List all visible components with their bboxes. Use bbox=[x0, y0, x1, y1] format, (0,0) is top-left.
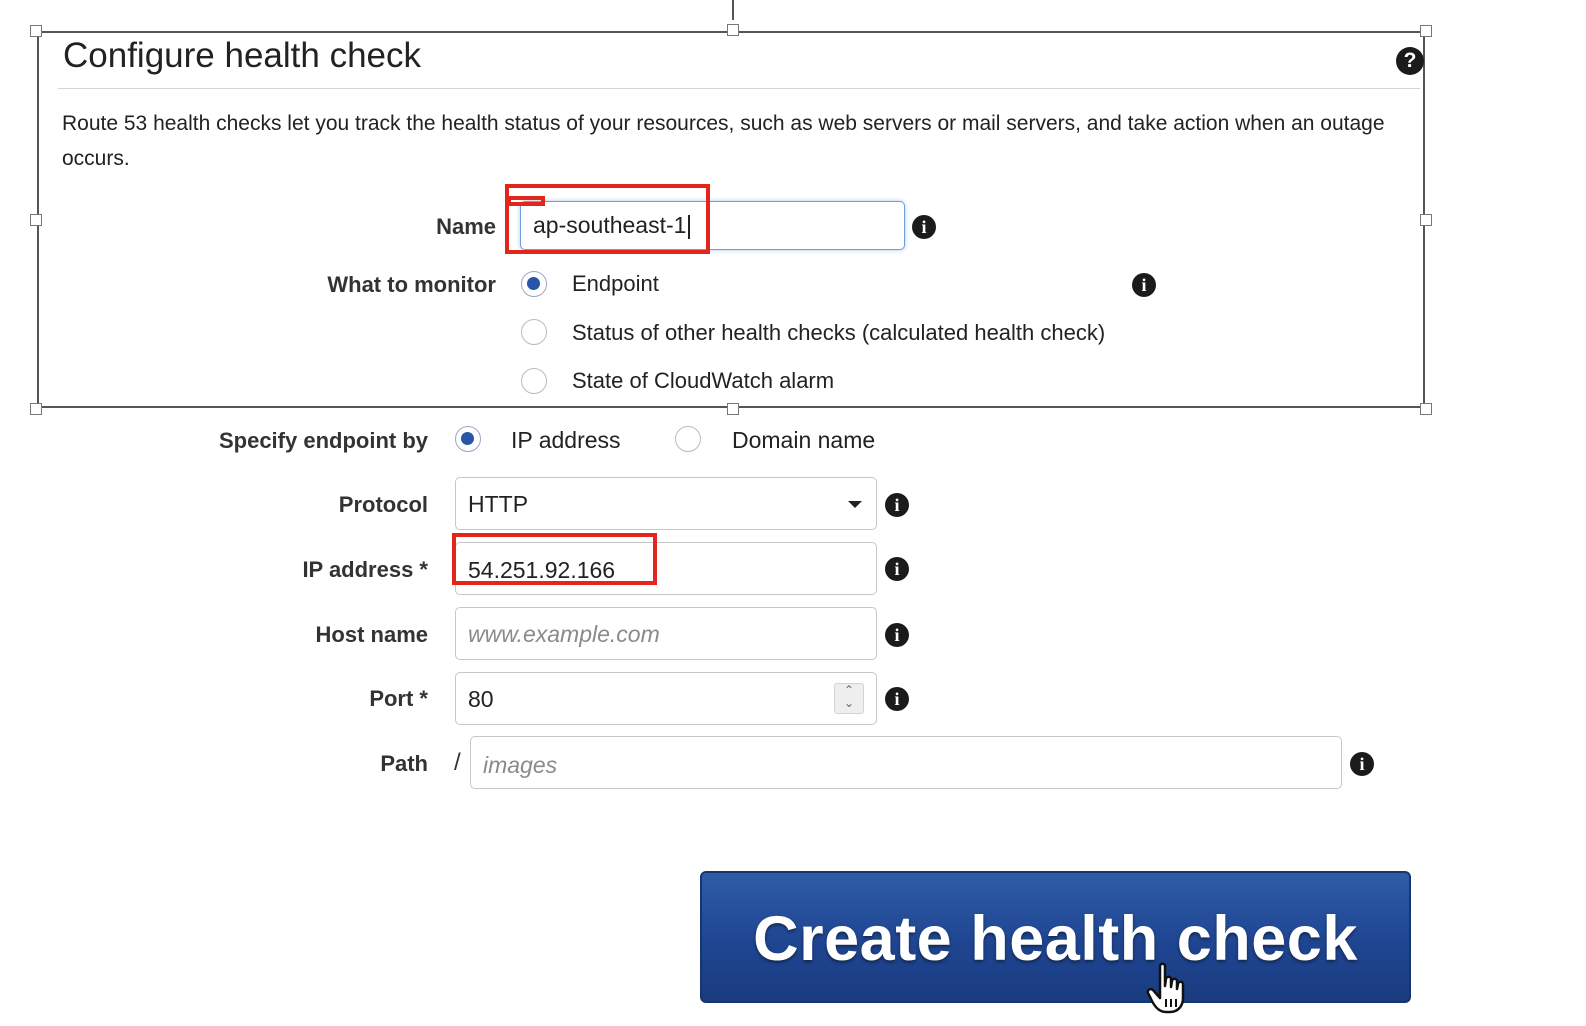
protocol-select[interactable]: HTTP bbox=[455, 477, 877, 530]
port-stepper[interactable]: ⌃ ⌄ bbox=[834, 683, 864, 714]
option-endpoint-label: Endpoint bbox=[572, 271, 659, 296]
host-name-placeholder: www.example.com bbox=[468, 621, 660, 647]
protocol-label: Protocol bbox=[338, 492, 428, 517]
panel-description: Route 53 health checks let you track the… bbox=[62, 112, 1385, 170]
host-name-input[interactable]: www.example.com bbox=[455, 607, 877, 660]
radio-endpoint[interactable] bbox=[521, 271, 547, 297]
info-circle-icon[interactable]: i bbox=[885, 493, 909, 517]
info-circle-icon[interactable]: i bbox=[1350, 752, 1374, 776]
option-ip-address-label: IP address bbox=[511, 427, 621, 453]
resize-handle-bottom-left[interactable] bbox=[30, 403, 42, 415]
ip-address-label: IP address * bbox=[302, 557, 428, 582]
chevron-up-icon[interactable]: ⌃ bbox=[844, 683, 854, 697]
option-calculated-label: Status of other health checks (calculate… bbox=[572, 320, 1106, 345]
option-domain-name-label: Domain name bbox=[732, 427, 876, 453]
name-label: Name bbox=[436, 214, 496, 239]
resize-handle-bottom[interactable] bbox=[727, 403, 739, 415]
info-circle-icon[interactable]: i bbox=[885, 557, 909, 581]
port-input[interactable]: 80 bbox=[455, 672, 877, 725]
resize-handle-top-left[interactable] bbox=[30, 25, 42, 37]
info-circle-icon[interactable]: i bbox=[885, 623, 909, 647]
monitor-label: What to monitor bbox=[327, 272, 496, 297]
info-circle-icon[interactable]: i bbox=[912, 215, 936, 239]
resize-handle-left[interactable] bbox=[30, 214, 42, 226]
create-health-check-button[interactable]: Create health check bbox=[700, 871, 1411, 1003]
frame-connector-line bbox=[732, 0, 734, 20]
question-circle-icon[interactable]: ? bbox=[1396, 47, 1424, 75]
radio-calculated-health-check[interactable] bbox=[521, 319, 547, 345]
hand-pointer-icon bbox=[1146, 962, 1185, 1014]
resize-handle-right[interactable] bbox=[1420, 214, 1432, 226]
caret-down-icon[interactable] bbox=[848, 501, 862, 508]
resize-handle-bottom-right[interactable] bbox=[1420, 403, 1432, 415]
panel-title: Configure health check bbox=[63, 36, 421, 75]
highlight-box-ip bbox=[452, 533, 657, 585]
option-cloudwatch-label: State of CloudWatch alarm bbox=[572, 368, 835, 393]
resize-handle-top-right[interactable] bbox=[1420, 25, 1432, 37]
radio-ip-address[interactable] bbox=[455, 426, 481, 452]
chevron-down-icon[interactable]: ⌄ bbox=[844, 696, 854, 710]
port-label: Port * bbox=[369, 686, 428, 711]
host-name-label: Host name bbox=[315, 622, 428, 647]
title-divider bbox=[58, 88, 1420, 89]
endpoint-by-label: Specify endpoint by bbox=[218, 428, 428, 453]
path-label: Path bbox=[380, 751, 428, 776]
radio-cloudwatch-alarm[interactable] bbox=[521, 368, 547, 394]
info-circle-icon[interactable]: i bbox=[1132, 273, 1156, 297]
info-circle-icon[interactable]: i bbox=[885, 687, 909, 711]
port-value: 80 bbox=[468, 686, 494, 712]
radio-domain-name[interactable] bbox=[675, 426, 701, 452]
highlight-mark bbox=[507, 196, 545, 206]
path-placeholder: images bbox=[483, 752, 558, 778]
resize-handle-top[interactable] bbox=[727, 24, 739, 36]
highlight-box-name bbox=[505, 184, 710, 254]
protocol-select-value: HTTP bbox=[468, 491, 529, 517]
path-prefix: / bbox=[454, 749, 461, 776]
path-input[interactable]: images bbox=[470, 736, 1342, 789]
